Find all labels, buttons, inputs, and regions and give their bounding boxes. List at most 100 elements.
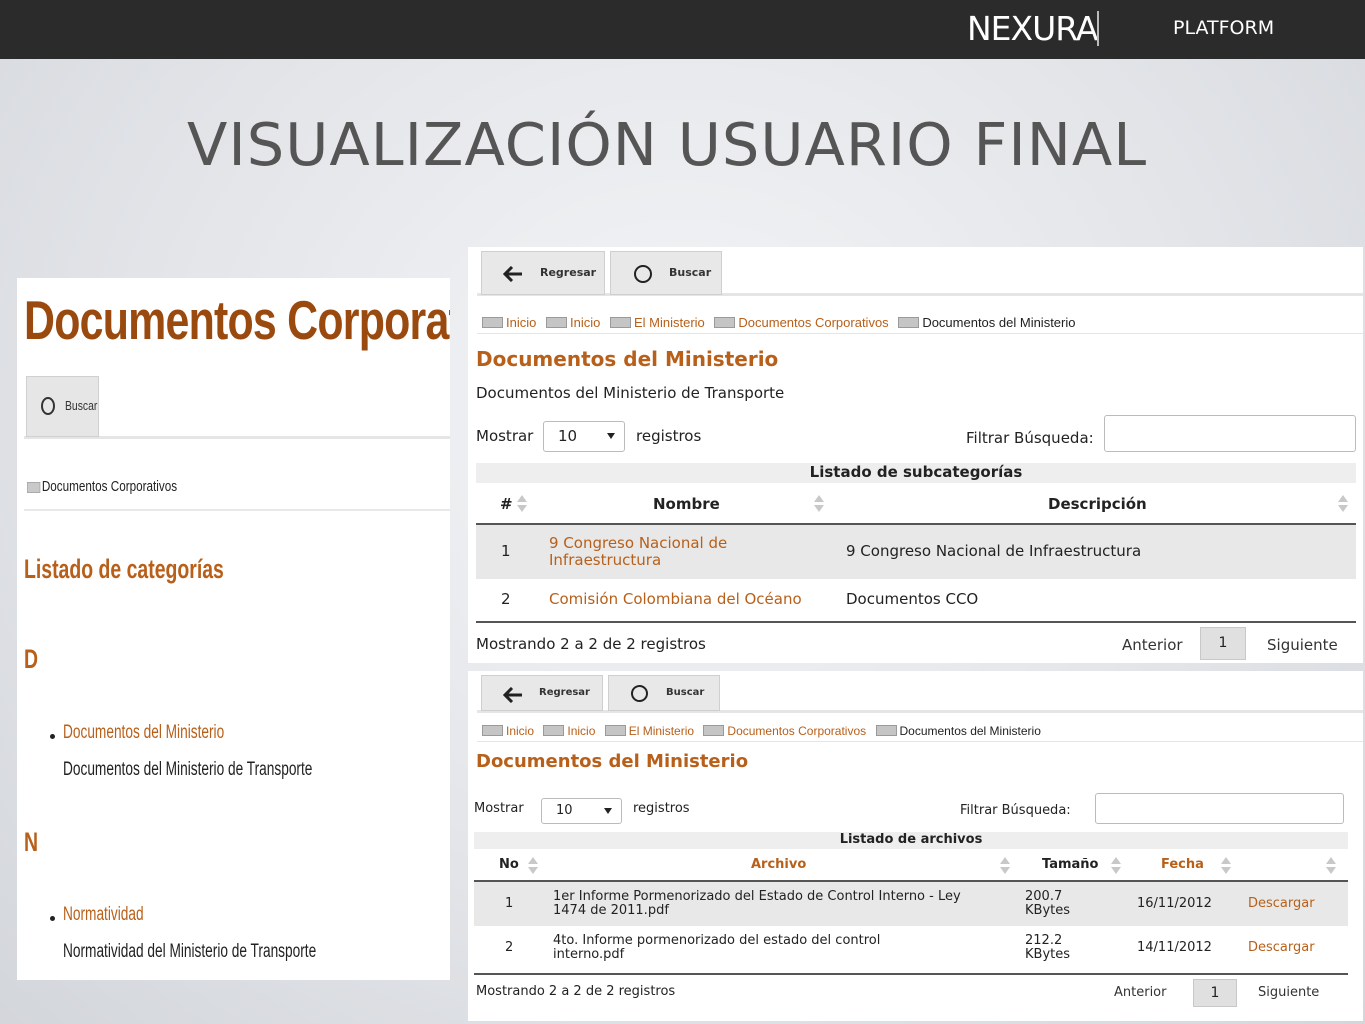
show-label: Mostrar bbox=[476, 427, 534, 445]
category-link[interactable]: Normatividad bbox=[63, 904, 144, 926]
category-link[interactable]: Documentos del Ministerio bbox=[63, 722, 224, 744]
filter-input[interactable] bbox=[1095, 793, 1344, 824]
bullet-icon bbox=[50, 916, 55, 921]
current-page-button[interactable]: 1 bbox=[1200, 627, 1246, 660]
files-panel: Regresar Buscar Inicio Inicio El Ministe… bbox=[468, 671, 1363, 1021]
sort-icon[interactable] bbox=[1000, 857, 1010, 875]
records-label: registros bbox=[633, 801, 690, 816]
breadcrumb-item[interactable]: Inicio bbox=[567, 724, 595, 738]
search-button[interactable]: Buscar bbox=[608, 675, 720, 711]
breadcrumb-arrow-icon bbox=[545, 317, 567, 328]
row-name-link[interactable]: Comisión Colombiana del Océano bbox=[549, 591, 802, 608]
column-header-number[interactable]: No bbox=[499, 857, 519, 872]
column-header-size[interactable]: Tamaño bbox=[1042, 857, 1098, 872]
arrow-left-icon bbox=[503, 687, 522, 703]
sort-icon[interactable] bbox=[1338, 495, 1348, 513]
records-label: registros bbox=[636, 427, 702, 445]
breadcrumb-arrow-icon bbox=[609, 317, 631, 328]
search-button-label: Buscar bbox=[666, 687, 705, 698]
breadcrumb-item[interactable]: Documentos Corporativos bbox=[42, 478, 177, 495]
breadcrumb-item[interactable]: Documentos Corporativos bbox=[738, 315, 888, 330]
table-row: 2 4to. Informe pormenorizado del estado … bbox=[474, 926, 1348, 972]
sort-icon[interactable] bbox=[1326, 857, 1336, 875]
column-header-number[interactable]: # bbox=[500, 495, 513, 513]
table-bottom-divider bbox=[474, 973, 1348, 975]
breadcrumb-arrow-icon bbox=[482, 725, 503, 736]
row-file-size: 200.7 KBytes bbox=[1025, 889, 1071, 918]
nexura-logo: NEXURA bbox=[967, 9, 1098, 48]
download-link[interactable]: Descargar bbox=[1248, 897, 1315, 911]
search-button[interactable]: Buscar bbox=[26, 376, 99, 437]
sort-icon[interactable] bbox=[1111, 857, 1121, 875]
table-caption: Listado de subcategorías bbox=[476, 463, 1356, 483]
filter-input[interactable] bbox=[1104, 415, 1356, 452]
sort-icon[interactable] bbox=[814, 495, 824, 513]
page-size-value: 10 bbox=[558, 427, 578, 445]
back-button[interactable]: Regresar bbox=[481, 675, 603, 711]
breadcrumb-arrow-icon bbox=[898, 317, 920, 328]
search-icon bbox=[634, 265, 652, 283]
toolbar: Regresar Buscar bbox=[477, 671, 1363, 713]
logo-divider bbox=[1097, 11, 1099, 46]
search-button-label: Buscar bbox=[669, 266, 712, 279]
breadcrumb-arrow-icon bbox=[604, 725, 626, 736]
breadcrumb-item[interactable]: Documentos Corporativos bbox=[727, 724, 866, 738]
breadcrumb-item[interactable]: Inicio bbox=[506, 724, 534, 738]
letter-heading: D bbox=[24, 644, 39, 674]
next-page-button[interactable]: Siguiente bbox=[1258, 985, 1319, 1000]
breadcrumb: Inicio Inicio El Ministerio Documentos C… bbox=[482, 315, 1082, 330]
back-button[interactable]: Regresar bbox=[481, 251, 605, 295]
row-date: 14/11/2012 bbox=[1137, 940, 1212, 955]
slide-title: VISUALIZACIÓN USUARIO FINAL bbox=[187, 110, 1148, 179]
sort-icon[interactable] bbox=[517, 495, 527, 513]
column-header-file[interactable]: Archivo bbox=[751, 857, 806, 872]
table-caption: Listado de archivos bbox=[474, 832, 1348, 849]
breadcrumb-current: Documentos del Ministerio bbox=[922, 315, 1076, 330]
row-description: 9 Congreso Nacional de Infraestructura bbox=[846, 542, 1142, 560]
table-bottom-divider bbox=[476, 621, 1356, 623]
breadcrumb: Inicio Inicio El Ministerio Documentos C… bbox=[482, 724, 1047, 738]
search-button[interactable]: Buscar bbox=[610, 251, 722, 295]
section-heading: Documentos del Ministerio bbox=[476, 751, 749, 772]
column-header-name[interactable]: Nombre bbox=[653, 495, 720, 513]
row-number: 1 bbox=[501, 542, 511, 560]
current-page-button[interactable]: 1 bbox=[1193, 979, 1237, 1007]
previous-page-button[interactable]: Anterior bbox=[1114, 985, 1166, 1000]
chevron-down-icon bbox=[607, 433, 615, 439]
divider bbox=[477, 333, 1363, 334]
breadcrumb-arrow-icon bbox=[703, 725, 725, 736]
sort-icon[interactable] bbox=[528, 857, 538, 875]
bullet-icon bbox=[50, 734, 55, 739]
breadcrumb-current: Documentos del Ministerio bbox=[899, 724, 1041, 738]
download-link[interactable]: Descargar bbox=[1248, 941, 1315, 955]
breadcrumb-arrow-icon bbox=[543, 725, 565, 736]
column-header-description[interactable]: Descripción bbox=[1048, 495, 1147, 513]
category-description: Documentos del Ministerio de Transporte bbox=[63, 759, 313, 780]
column-header-date[interactable]: Fecha bbox=[1161, 857, 1204, 872]
row-name-link[interactable]: 9 Congreso Nacional de Infraestructura bbox=[549, 535, 769, 569]
back-button-label: Regresar bbox=[539, 687, 590, 698]
toolbar: Buscar bbox=[24, 376, 450, 439]
breadcrumb-item[interactable]: Inicio bbox=[570, 315, 600, 330]
breadcrumb: Documentos Corporativos bbox=[27, 478, 177, 495]
breadcrumb-item[interactable]: Inicio bbox=[506, 315, 536, 330]
previous-page-button[interactable]: Anterior bbox=[1122, 636, 1183, 654]
page-title: Documentos Corporativos bbox=[24, 289, 450, 351]
show-label: Mostrar bbox=[474, 801, 524, 816]
breadcrumb-item[interactable]: El Ministerio bbox=[629, 724, 694, 738]
page-size-select[interactable]: 10 bbox=[543, 421, 625, 452]
breadcrumb-item[interactable]: El Ministerio bbox=[634, 315, 705, 330]
next-page-button[interactable]: Siguiente bbox=[1267, 636, 1338, 654]
page-size-value: 10 bbox=[556, 803, 573, 818]
category-description: Normatividad del Ministerio de Transport… bbox=[63, 941, 317, 962]
row-file-name: 1er Informe Pormenorizado del Estado de … bbox=[553, 889, 961, 918]
arrow-left-icon bbox=[503, 266, 522, 282]
table-row: 1 9 Congreso Nacional de Infraestructura… bbox=[476, 525, 1356, 579]
filter-label: Filtrar Búsqueda: bbox=[966, 429, 1094, 447]
records-summary: Mostrando 2 a 2 de 2 registros bbox=[476, 635, 706, 653]
sort-icon[interactable] bbox=[1221, 857, 1231, 875]
categories-heading: Listado de categorías bbox=[24, 554, 224, 584]
subcategories-panel: Regresar Buscar Inicio Inicio El Ministe… bbox=[468, 247, 1363, 663]
divider bbox=[24, 509, 450, 511]
page-size-select[interactable]: 10 bbox=[541, 798, 622, 824]
